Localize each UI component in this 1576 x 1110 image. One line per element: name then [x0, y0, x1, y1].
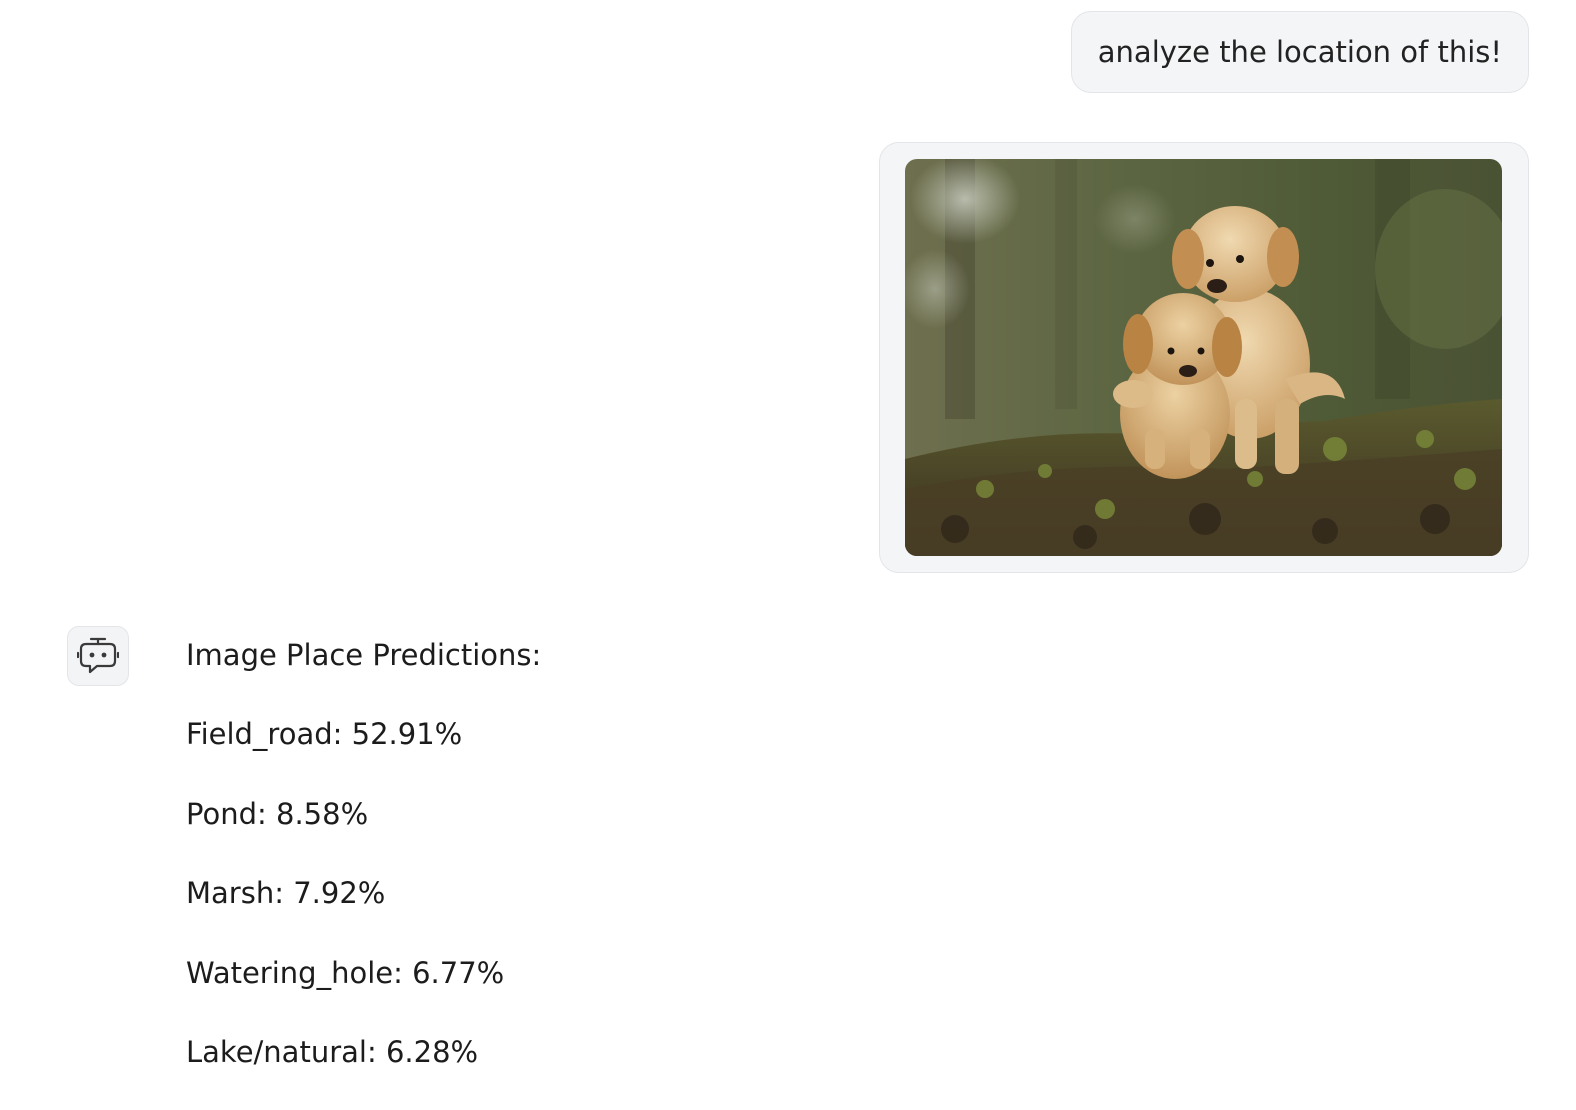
uploaded-photo-puppies[interactable] [905, 159, 1502, 556]
prediction-item: Field_road: 52.91% [186, 717, 463, 752]
chat-thread: analyze the location of this! Image Plac… [0, 0, 1576, 1110]
user-message-text: analyze the location of this! [1097, 35, 1502, 69]
prediction-item: Marsh: 7.92% [186, 876, 386, 911]
bot-avatar [67, 626, 129, 686]
prediction-item: Lake/natural: 6.28% [186, 1034, 479, 1069]
prediction-item: Pond: 8.58% [186, 796, 369, 831]
robot-chat-icon [77, 637, 119, 674]
prediction-item: Watering_hole: 6.77% [186, 955, 505, 990]
bot-response: Image Place Predictions: Field_road: 52.… [186, 630, 541, 1106]
user-message-bubble: analyze the location of this! [1070, 11, 1529, 93]
predictions-title: Image Place Predictions: [186, 638, 542, 672]
user-image-message [879, 142, 1529, 573]
